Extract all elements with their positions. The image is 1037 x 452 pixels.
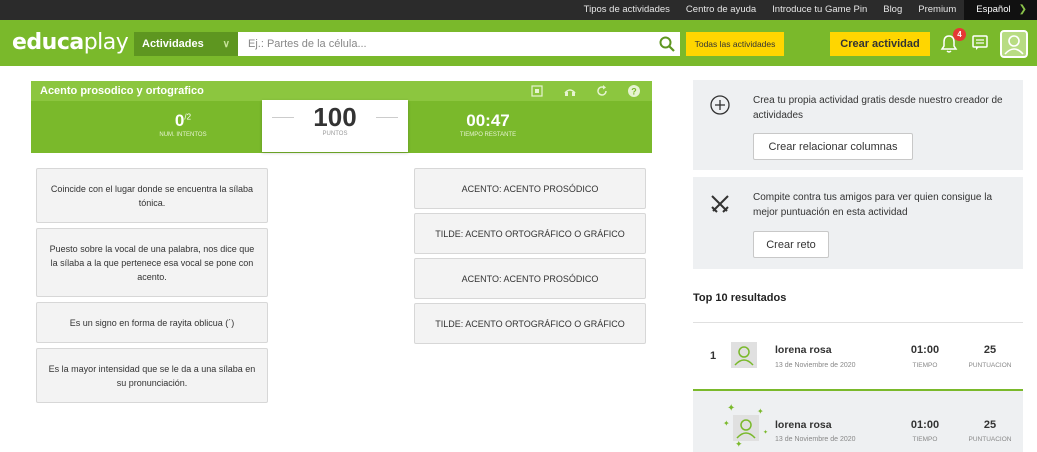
result-score-label: PUNTUACION — [968, 362, 1012, 369]
result-time: 01:00 — [910, 344, 940, 356]
result-score: 25 — [983, 344, 997, 356]
share-icon[interactable] — [563, 84, 577, 98]
game-title: Acento prosodico y ortografico — [40, 85, 204, 97]
attempts-value: 0 — [174, 111, 185, 130]
result-avatar — [733, 415, 759, 441]
main-header: educaplay Actividades ∨ Todas las activi… — [0, 20, 1037, 66]
points-box: 100 PUNTOS — [262, 100, 408, 152]
time-label: TIEMPO RESTANTE — [459, 132, 517, 138]
challenge-panel: Compite contra tus amigos para ver quien… — [693, 177, 1023, 269]
term-card[interactable]: TILDE: ACENTO ORTOGRÁFICO O GRÁFICO — [414, 303, 646, 344]
result-avatar — [731, 342, 757, 368]
crossed-swords-icon — [711, 195, 729, 213]
search-icon[interactable] — [658, 35, 676, 53]
top-links: Tipos de actividades Centro de ayuda Int… — [576, 0, 1037, 20]
create-activity-panel: Crea tu propia actividad gratis desde nu… — [693, 80, 1023, 170]
attempts-label: NUM. INTENTOS — [159, 132, 207, 138]
result-rank: 1 — [710, 350, 717, 362]
language-selector[interactable]: Español ❯ — [964, 0, 1037, 20]
result-time-label: TIEMPO — [912, 362, 938, 369]
plus-circle-icon — [710, 95, 730, 115]
divider — [272, 117, 294, 118]
activities-dropdown[interactable]: Actividades ∨ — [134, 32, 238, 56]
user-icon — [734, 346, 754, 366]
chevron-down-icon: ∨ — [222, 38, 230, 50]
challenge-text: Compite contra tus amigos para ver quien… — [753, 192, 993, 218]
fullscreen-icon[interactable] — [530, 84, 544, 98]
result-score-label: PUNTUACION — [968, 436, 1012, 443]
points-label: PUNTOS — [322, 131, 348, 137]
time-stat: 00:47 TIEMPO RESTANTE — [443, 111, 533, 138]
user-avatar[interactable] — [1000, 30, 1028, 58]
create-challenge-button[interactable]: Crear reto — [753, 231, 829, 258]
term-card[interactable]: ACENTO: ACENTO PROSÓDICO — [414, 258, 646, 299]
logo-thin-text: play — [83, 30, 129, 55]
logo-bold-text: educa — [12, 30, 84, 55]
create-activity-text: Crea tu propia actividad gratis desde nu… — [753, 95, 1003, 121]
result-time-label: TIEMPO — [912, 436, 938, 443]
all-activities-button[interactable]: Todas las actividades — [686, 32, 784, 56]
divider — [376, 117, 398, 118]
attempts-total: /2 — [184, 112, 192, 122]
definition-card[interactable]: Es un signo en forma de rayita oblicua (… — [36, 302, 268, 343]
notification-badge: 4 — [953, 28, 966, 41]
term-card[interactable]: ACENTO: ACENTO PROSÓDICO — [414, 168, 646, 209]
divider — [693, 322, 1023, 323]
search-input[interactable] — [238, 33, 648, 55]
top-bar: Tipos de actividades Centro de ayuda Int… — [0, 0, 1037, 20]
chat-icon[interactable] — [972, 34, 988, 52]
result-row-current[interactable]: ✦ ✦ ✦ ✦ ✦ lorena rosa 13 de Noviembre de… — [693, 391, 1023, 452]
link-game-pin[interactable]: Introduce tu Game Pin — [764, 0, 875, 20]
result-name: lorena rosa — [775, 419, 832, 431]
time-value: 00:47 — [466, 111, 510, 130]
link-activity-types[interactable]: Tipos de actividades — [576, 0, 678, 20]
restart-icon[interactable] — [595, 84, 609, 98]
link-premium[interactable]: Premium — [910, 0, 964, 20]
user-icon — [1004, 35, 1024, 55]
term-card[interactable]: TILDE: ACENTO ORTOGRÁFICO O GRÁFICO — [414, 213, 646, 254]
definition-card[interactable]: Puesto sobre la vocal de una palabra, no… — [36, 228, 268, 297]
chevron-down-icon: ❯ — [1018, 4, 1027, 15]
user-icon — [736, 419, 756, 439]
star-icon: ✦ — [763, 430, 769, 436]
activities-label: Actividades — [142, 38, 204, 50]
top10-title: Top 10 resultados — [693, 292, 787, 304]
result-date: 13 de Noviembre de 2020 — [775, 362, 856, 369]
result-score: 25 — [983, 419, 997, 431]
star-icon: ✦ — [723, 419, 730, 428]
svg-text:?: ? — [631, 87, 637, 97]
result-name: lorena rosa — [775, 344, 832, 356]
result-time: 01:00 — [910, 419, 940, 431]
star-icon: ✦ — [727, 403, 736, 414]
link-blog[interactable]: Blog — [875, 0, 910, 20]
search-bar — [238, 32, 680, 56]
attempts-stat: 0/2 NUM. INTENTOS — [143, 111, 223, 138]
create-activity-button[interactable]: Crear actividad — [830, 32, 930, 56]
educaplay-logo[interactable]: educaplay — [12, 30, 129, 55]
language-label: Español — [976, 4, 1011, 15]
help-icon[interactable]: ? — [627, 84, 641, 98]
result-date: 13 de Noviembre de 2020 — [775, 436, 856, 443]
definition-card[interactable]: Coincide con el lugar donde se encuentra… — [36, 168, 268, 223]
create-match-columns-button[interactable]: Crear relacionar columnas — [753, 133, 913, 160]
definition-card[interactable]: Es la mayor intensidad que se le da a un… — [36, 348, 268, 403]
link-help-center[interactable]: Centro de ayuda — [678, 0, 764, 20]
